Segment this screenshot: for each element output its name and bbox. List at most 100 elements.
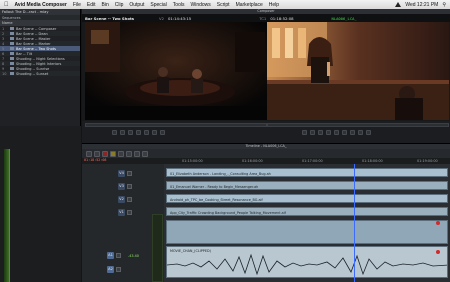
track-monitor-icon[interactable] [116,252,121,258]
timeline-clip[interactable]: App_City_Traffic Crowding Background_Peo… [166,207,448,216]
extract-splice-icon[interactable] [102,150,108,157]
step-forward-button[interactable] [144,130,149,135]
menu-tools[interactable]: Tools [173,2,185,8]
bin-thumbnail-strip [4,149,10,282]
bin-row-number: 7 [2,56,5,61]
sequence-icon [10,37,14,40]
track-monitor-icon[interactable] [116,266,121,272]
menu-bar:  Avid Media Composer File Edit Bin Clip… [0,0,450,9]
apple-icon[interactable]:  [4,2,9,8]
lift-button[interactable] [342,130,347,135]
track-monitor-icon[interactable] [127,209,132,215]
track-header-a1[interactable]: A1 [107,250,121,260]
bin-row-name: Bar Scene -- Marker [16,41,51,46]
track-label[interactable]: V3 [118,182,125,190]
menu-edit[interactable]: Edit [87,2,96,8]
bin-row-name: Bar -- Tilt [16,51,33,56]
track-label[interactable]: V4 [118,169,125,177]
app-menu[interactable]: Avid Media Composer [15,2,67,8]
rec-play-button[interactable] [326,130,331,135]
record-position-bar[interactable] [267,123,449,127]
menu-clip[interactable]: Clip [115,2,124,8]
clock[interactable]: Wed 12:21 PM [405,2,438,8]
mark-in-button[interactable] [112,130,117,135]
menu-file[interactable]: File [73,2,81,8]
record-transport-buttons [302,130,371,135]
ruler-tick: 01:17:00:00 [302,159,323,163]
marker-icon[interactable] [436,221,440,225]
trim-mode-icon[interactable] [110,150,116,157]
timeline-playhead[interactable] [354,164,355,282]
extract-button[interactable] [350,130,355,135]
top-button-icon[interactable] [118,150,124,157]
menu-marketplace[interactable]: Marketplace [236,2,263,8]
bin-row-number: 1 [2,26,5,31]
bin-row-number: 5 [2,46,5,51]
track-label[interactable]: A1 [107,251,114,259]
source-track-label[interactable]: V2 [159,16,164,21]
track-label[interactable]: A2 [107,265,114,273]
track-header-v1[interactable]: V1 [118,207,132,217]
track-label[interactable]: V1 [118,208,125,216]
eject-icon[interactable] [395,2,402,7]
timeline-tracks[interactable]: 01_Elizabeth Anderson - Landing_-_Consul… [164,164,450,282]
segment-tool-icon[interactable] [86,150,92,157]
ruler-tick: 01:19:00:00 [417,159,438,163]
bin-column-name[interactable]: Name [2,21,13,25]
add-edit-button[interactable] [358,130,363,135]
bin-row-number: 6 [2,51,5,56]
clip-name: 01_Elizabeth Anderson - Landing_-_Consul… [170,172,271,176]
bin-row-name: Shooting -- Sunset [16,71,49,76]
search-icon[interactable]: ⚲ [442,2,446,8]
menu-bin[interactable]: Bin [102,2,109,8]
match-frame-button[interactable] [366,130,371,135]
rec-mark-out-button[interactable] [310,130,315,135]
track-header-v3[interactable]: V3 [118,181,132,191]
menu-help[interactable]: Help [269,2,279,8]
marker-icon[interactable] [436,250,440,254]
menu-windows[interactable]: Windows [190,2,210,8]
bin-row[interactable]: 10 Shooting -- Sunset [0,71,80,76]
menu-script[interactable]: Script [217,2,230,8]
timeline-clip[interactable]: Android_ph_TPC_be_Cooking_Street_Resonan… [166,194,448,203]
track-label[interactable]: V2 [118,195,125,203]
sequence-name[interactable]: Bar Scene -- Two Shots [85,16,155,21]
track-header-a2[interactable]: A2 [107,264,121,274]
step-back-button[interactable] [128,130,133,135]
menu-special[interactable]: Special [150,2,166,8]
rec-step-forward-button[interactable] [334,130,339,135]
timeline-clip[interactable] [166,220,448,244]
rec-step-back-button[interactable] [318,130,323,135]
record-track-label[interactable]: TC1 [259,16,266,21]
track-headers: V4 V3 V2 V1 A1 A2 -43.40 [82,164,164,282]
record-monitor[interactable] [267,22,449,120]
source-position-bar[interactable] [85,123,267,127]
play-button[interactable] [136,130,141,135]
source-monitor[interactable] [85,22,267,120]
sequence-icon [10,62,14,65]
track-monitor-icon[interactable] [127,196,132,202]
focus-button-icon[interactable] [134,150,140,157]
audio-clip[interactable]: MOVIE_CHAN_(CLIPPED) [166,246,448,278]
rec-mark-in-button[interactable] [302,130,307,135]
bin-tab-sequences[interactable]: Sequences [2,16,21,20]
bottom-button-icon[interactable] [126,150,132,157]
track-header-v4[interactable]: V4 [118,168,132,178]
sequence-icon [10,67,14,70]
record-clip-name[interactable]: NLA006_LCA_ [332,16,357,21]
bin-row-number: 10 [2,71,7,76]
lift-overwrite-icon[interactable] [94,150,100,157]
splice-button[interactable] [152,130,157,135]
menu-output[interactable]: Output [129,2,144,8]
bin-empty-area [0,126,81,282]
overwrite-button[interactable] [160,130,165,135]
mark-out-button[interactable] [120,130,125,135]
timeline-clip[interactable]: 01_Elizabeth Anderson - Landing_-_Consul… [166,168,448,177]
sequence-icon [10,72,14,75]
timeline-menu-icon[interactable] [142,150,148,157]
track-header-v2[interactable]: V2 [118,194,132,204]
timeline-clip[interactable]: 01_Emanuel Warner - Ready to Begin_Messe… [166,181,448,190]
track-monitor-icon[interactable] [127,170,132,176]
bin-row-number: 8 [2,61,5,66]
track-monitor-icon[interactable] [127,183,132,189]
